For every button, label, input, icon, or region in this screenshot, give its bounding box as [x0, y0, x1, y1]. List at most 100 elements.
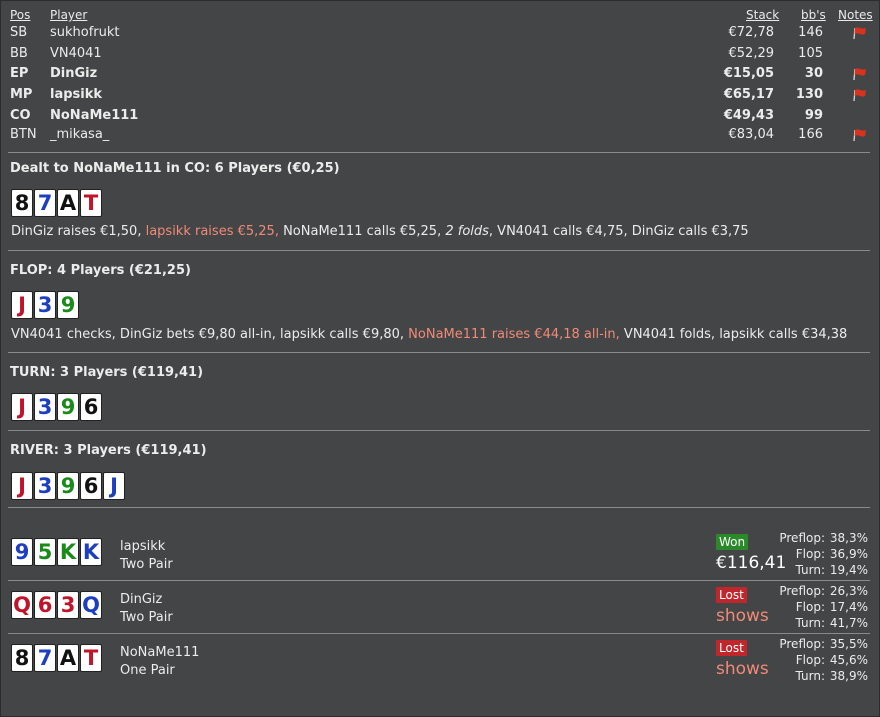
- playing-card: T: [80, 644, 102, 672]
- showdown-hand-rank: Two Pair: [120, 557, 173, 572]
- equity-label-flop: Flop:: [795, 600, 825, 614]
- header-notes[interactable]: Notes: [838, 8, 873, 22]
- player-row: MP lapsikk €65,17 130: [0, 85, 880, 105]
- equity-label-preflop: Preflop:: [779, 531, 825, 545]
- shows-label: shows: [716, 659, 769, 679]
- river-title: RIVER: 3 Players (€119,41): [10, 443, 207, 458]
- player-stack: €52,29: [728, 46, 775, 61]
- equity-label-preflop: Preflop:: [779, 584, 825, 598]
- playing-card: 9: [57, 393, 79, 421]
- preflop-title: Dealt to NoNaMe111 in CO: 6 Players (€0,…: [10, 161, 340, 176]
- playing-card: A: [57, 189, 79, 217]
- showdown-hand-rank: Two Pair: [120, 610, 173, 625]
- flop-cards: J39: [11, 291, 79, 319]
- red-flag-icon[interactable]: [852, 88, 868, 102]
- playing-card: 3: [34, 291, 56, 319]
- player-position: CO: [10, 108, 31, 123]
- header-bbs[interactable]: bb's: [801, 8, 826, 22]
- playing-card: 9: [57, 291, 79, 319]
- equity-label-turn: Turn:: [795, 563, 825, 577]
- player-name[interactable]: sukhofrukt: [50, 23, 120, 43]
- playing-card: J: [11, 472, 33, 500]
- player-position: SB: [10, 25, 28, 40]
- player-row: SB sukhofrukt €72,78 146: [0, 23, 880, 43]
- equity-value-flop: 36,9%: [829, 547, 868, 561]
- turn-cards: J396: [11, 393, 102, 421]
- player-name[interactable]: NoNaMe111: [50, 106, 138, 126]
- player-position: BB: [10, 46, 28, 61]
- equity-value-preflop: 38,3%: [829, 531, 868, 545]
- player-name[interactable]: VN4041: [50, 44, 102, 64]
- divider: [8, 633, 870, 634]
- shows-label: shows: [716, 606, 769, 626]
- showdown-player-name[interactable]: DinGiz: [120, 592, 162, 607]
- header-pos[interactable]: Pos: [10, 8, 30, 22]
- action-text-highlight: lapsikk raises €5,25,: [145, 224, 284, 239]
- red-flag-icon[interactable]: [852, 67, 868, 81]
- playing-card: 6: [34, 591, 56, 619]
- action-text-folds: 2 folds: [445, 224, 489, 239]
- equity-value-preflop: 26,3%: [829, 584, 868, 598]
- playing-card: 5: [34, 538, 56, 566]
- equity-value-turn: 38,9%: [829, 669, 868, 683]
- player-stack: €83,04: [728, 127, 775, 142]
- player-bbs: 30: [804, 66, 823, 81]
- divider: [8, 352, 870, 353]
- player-stack: €15,05: [723, 66, 774, 81]
- player-bbs: 166: [798, 127, 823, 142]
- playing-card: 6: [80, 393, 102, 421]
- divider: [8, 250, 870, 251]
- action-text-highlight: NoNaMe111 raises €44,18 all-in,: [408, 327, 624, 342]
- equity-value-turn: 19,4%: [829, 563, 868, 577]
- player-bbs: 99: [804, 108, 823, 123]
- playing-card: A: [57, 644, 79, 672]
- showdown-player-name[interactable]: NoNaMe111: [120, 645, 199, 660]
- player-position: BTN: [10, 127, 37, 142]
- playing-card: 3: [34, 472, 56, 500]
- playing-card: J: [103, 472, 125, 500]
- hero-hole-cards: 87AT: [11, 189, 102, 217]
- result-badge: Lost: [716, 587, 747, 603]
- action-text: DinGiz raises €1,50,: [11, 224, 146, 239]
- equity-label-turn: Turn:: [795, 669, 825, 683]
- playing-card: K: [80, 538, 102, 566]
- won-amount: €116,41: [716, 553, 787, 573]
- showdown-hand-rank: One Pair: [120, 663, 175, 678]
- player-position: MP: [10, 87, 33, 102]
- player-stack: €65,17: [723, 87, 774, 102]
- player-name[interactable]: _mikasa_: [50, 125, 109, 145]
- playing-card: 9: [11, 538, 33, 566]
- red-flag-icon[interactable]: [852, 26, 868, 40]
- result-badge: Won: [716, 534, 749, 550]
- playing-card: Q: [11, 591, 33, 619]
- river-cards: J396J: [11, 472, 125, 500]
- player-name[interactable]: DinGiz: [50, 64, 97, 84]
- header-stack[interactable]: Stack: [746, 8, 779, 22]
- red-flag-icon[interactable]: [852, 128, 868, 142]
- header-player[interactable]: Player: [50, 8, 87, 22]
- player-position: EP: [10, 66, 29, 81]
- playing-card: 7: [34, 644, 56, 672]
- player-row: EP DinGiz €15,05 30: [0, 64, 880, 84]
- showdown-cards: 87AT: [11, 644, 102, 672]
- flop-title: FLOP: 4 Players (€21,25): [10, 263, 191, 278]
- playing-card: 6: [80, 472, 102, 500]
- equity-value-turn: 41,7%: [829, 616, 868, 630]
- player-bbs: 130: [795, 87, 823, 102]
- equity-value-flop: 17,4%: [829, 600, 868, 614]
- playing-card: 8: [11, 644, 33, 672]
- action-text: VN4041 folds, lapsikk calls €34,38: [623, 327, 848, 342]
- playing-card: 3: [57, 591, 79, 619]
- player-name[interactable]: lapsikk: [50, 85, 102, 105]
- action-text: VN4041 checks, DinGiz bets €9,80 all-in,…: [11, 327, 409, 342]
- playing-card: 8: [11, 189, 33, 217]
- playing-card: J: [11, 393, 33, 421]
- divider: [8, 580, 870, 581]
- equity-label-preflop: Preflop:: [779, 637, 825, 651]
- playing-card: 3: [34, 393, 56, 421]
- equity-label-flop: Flop:: [795, 547, 825, 561]
- showdown-player-name[interactable]: lapsikk: [120, 539, 165, 554]
- player-stack: €49,43: [723, 108, 774, 123]
- showdown-cards: Q63Q: [11, 591, 102, 619]
- playing-card: 7: [34, 189, 56, 217]
